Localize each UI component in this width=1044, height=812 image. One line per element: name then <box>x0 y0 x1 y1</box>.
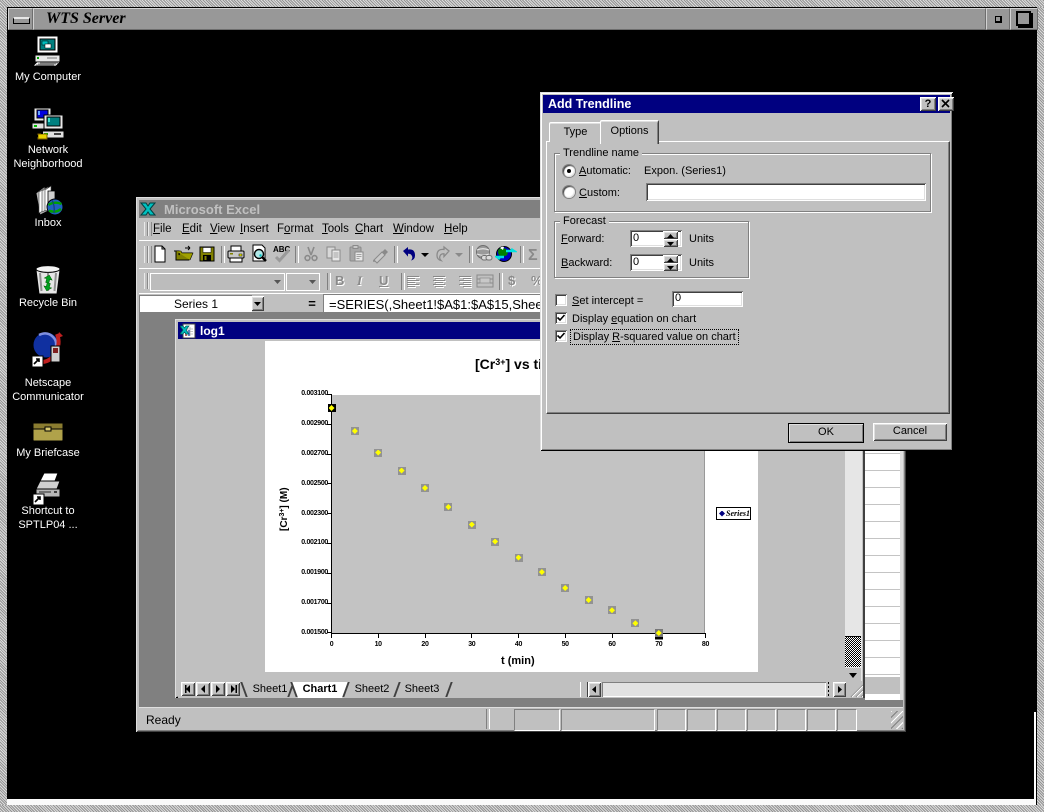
svg-text:Σ: Σ <box>528 247 538 264</box>
